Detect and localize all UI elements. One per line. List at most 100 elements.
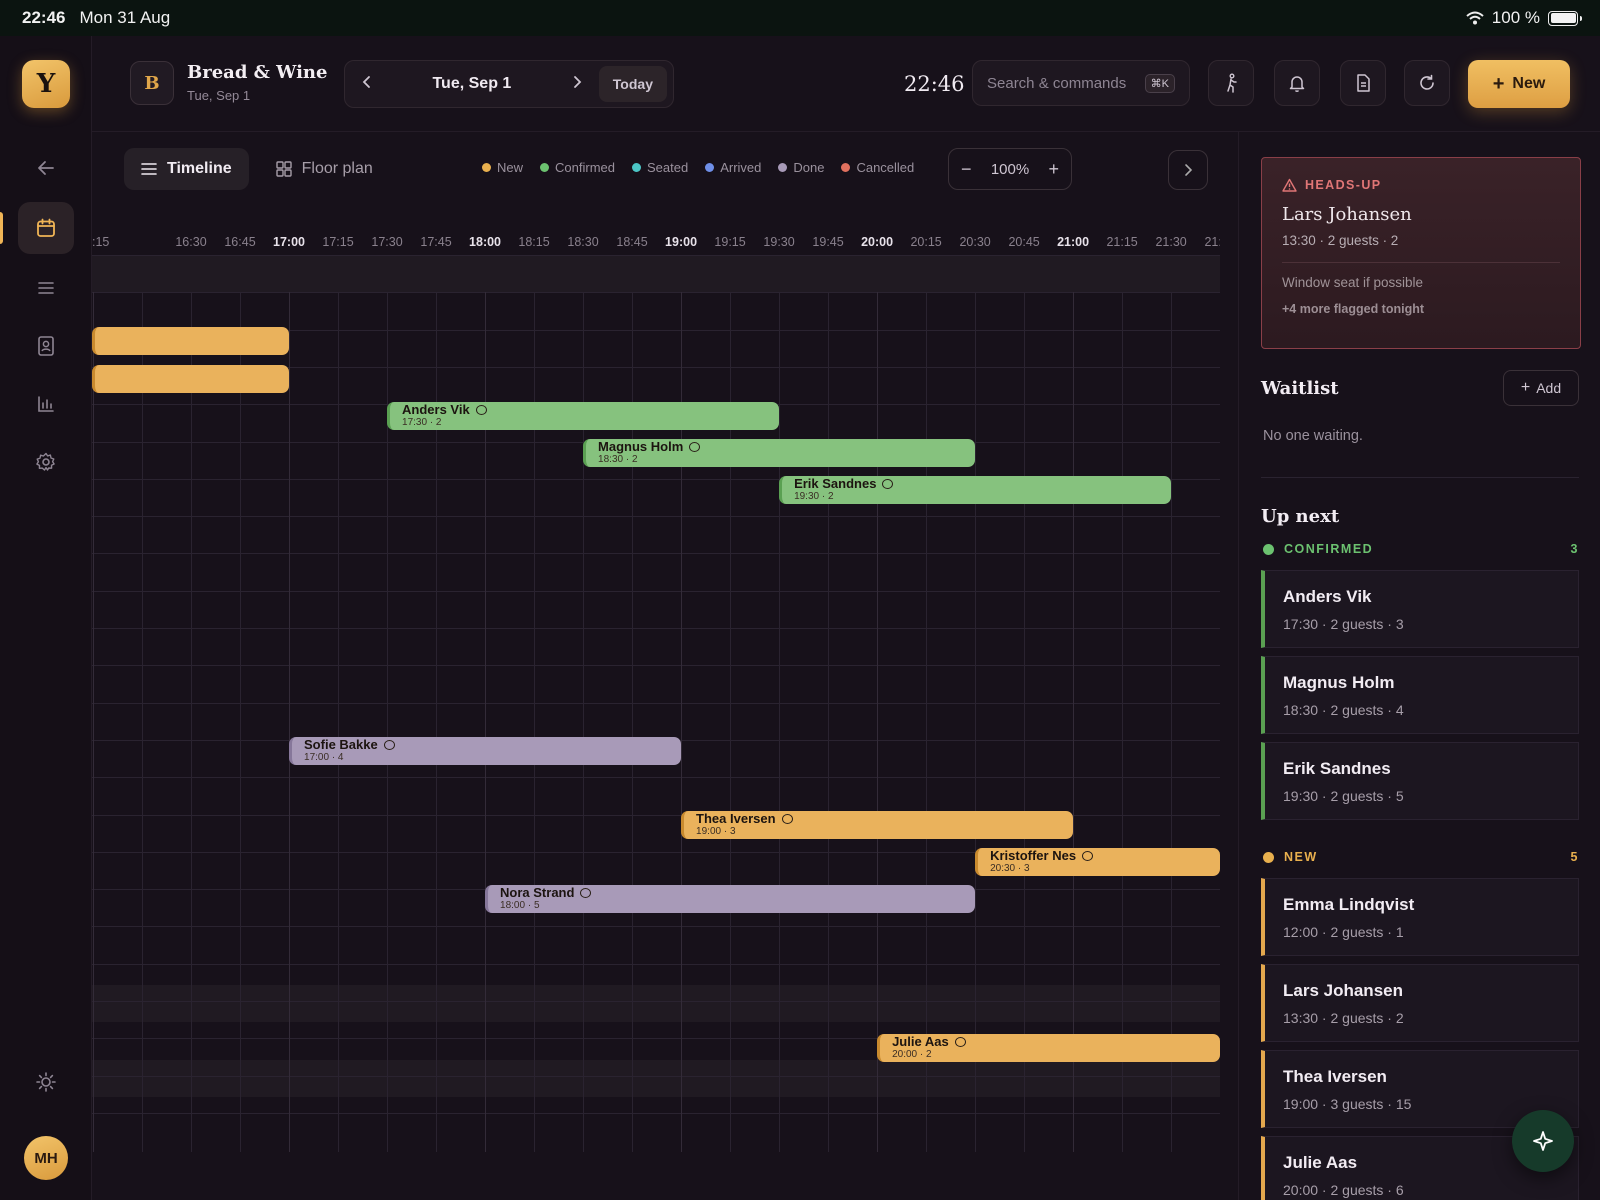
- reservation-guest: Anders Vik: [1283, 587, 1372, 606]
- reservation-meta: 19:30 · 2 guests · 5: [1283, 788, 1404, 804]
- booking-bar[interactable]: Erik Sandnes 19:30 · 2: [779, 476, 1172, 505]
- timeline-grid[interactable]: :15 16:30 16:45 17:00 17:15 17:30 17:45 18:00 18…: [92, 205, 1220, 1155]
- contacts-icon: [38, 336, 54, 356]
- new-label: New: [1512, 75, 1546, 92]
- avatar[interactable]: MH: [24, 1136, 68, 1180]
- row-divider: [92, 292, 1220, 294]
- gear-icon: [36, 452, 55, 471]
- table-band: [92, 985, 1220, 1022]
- booking-guest: Kristoffer Nes: [990, 848, 1077, 864]
- time-gridline: [779, 292, 781, 1152]
- booking-bar[interactable]: [92, 364, 290, 393]
- reservation-card[interactable]: Erik Sandnes 19:30 · 2 guests · 5: [1261, 742, 1579, 820]
- table-band: [92, 1060, 1220, 1097]
- legend-label: Done: [793, 160, 825, 175]
- tab-floor-plan[interactable]: Floor plan: [259, 148, 390, 190]
- note-icon: [580, 888, 592, 899]
- nav-calendar[interactable]: [18, 202, 74, 254]
- legend-item: New: [482, 160, 523, 175]
- waitlist-empty: No one waiting.: [1263, 428, 1363, 444]
- nav-settings[interactable]: [18, 436, 74, 488]
- sparkle-icon: [1533, 1131, 1553, 1151]
- theme-toggle[interactable]: [18, 1056, 74, 1108]
- booking-bar[interactable]: Thea Iversen 19:00 · 3: [681, 810, 1074, 839]
- time-tick: 21:00: [1057, 235, 1090, 249]
- prev-day-button[interactable]: [345, 75, 389, 94]
- chevron-left-icon: [362, 75, 370, 88]
- today-button[interactable]: Today: [598, 66, 667, 102]
- time-tick: 18:15: [518, 235, 550, 249]
- booking-bar[interactable]: [92, 327, 290, 356]
- booking-meta: 18:30 · 2: [598, 453, 638, 465]
- nav-guests[interactable]: [18, 320, 74, 372]
- tab-timeline[interactable]: Timeline: [124, 148, 249, 190]
- chevron-right-icon: [1185, 164, 1193, 176]
- reservation-card[interactable]: Magnus Holm 18:30 · 2 guests · 4: [1261, 656, 1579, 734]
- plus-icon: +: [1492, 73, 1505, 95]
- time-tick: 21:30: [1155, 235, 1187, 249]
- time-tick: :15: [92, 235, 110, 249]
- notifications-button[interactable]: [1274, 60, 1320, 106]
- reservation-guest: Emma Lindqvist: [1283, 895, 1415, 914]
- reservation-guest: Lars Johansen: [1283, 981, 1403, 1000]
- next-day-button[interactable]: [555, 75, 599, 94]
- clock: 22:46: [904, 72, 965, 96]
- reservation-card[interactable]: Lars Johansen 13:30 · 2 guests · 2: [1261, 964, 1579, 1042]
- booking-bar[interactable]: Julie Aas 20:00 · 2: [877, 1034, 1220, 1063]
- waitlist-title: Waitlist: [1261, 378, 1339, 399]
- current-date[interactable]: Tue, Sep 1: [389, 75, 555, 93]
- add-waitlist-button[interactable]: + Add: [1503, 370, 1579, 406]
- table-band: [92, 255, 1220, 292]
- time-tick: 19:45: [812, 235, 844, 249]
- venue-badge[interactable]: B: [130, 61, 174, 105]
- zoom-in-button[interactable]: +: [1048, 159, 1059, 180]
- row-divider: [92, 702, 1220, 704]
- add-label: Add: [1536, 380, 1562, 396]
- shortcut-badge: ⌘K: [1144, 73, 1175, 93]
- reservation-card[interactable]: Emma Lindqvist 12:00 · 2 guests · 1: [1261, 878, 1579, 956]
- heads-up-note: Window seat if possible: [1282, 275, 1424, 290]
- booking-bar[interactable]: Kristoffer Nes 20:30 · 3: [975, 848, 1220, 877]
- booking-name-row: Anders Vik: [402, 401, 767, 417]
- refresh-button[interactable]: [1404, 60, 1450, 106]
- row-divider: [92, 963, 1220, 965]
- booking-bar[interactable]: Nora Strand 18:00 · 5: [485, 885, 976, 914]
- app-logo[interactable]: Y: [22, 60, 70, 108]
- time-gridline: [93, 292, 94, 1152]
- new-booking-button[interactable]: + New: [1468, 60, 1570, 108]
- booking-meta: 20:00 · 2: [892, 1049, 932, 1061]
- booking-name-row: Sofie Bakke: [304, 737, 669, 752]
- time-tick: 18:00: [469, 235, 502, 249]
- group-label: NEW: [1284, 850, 1318, 864]
- back-button[interactable]: [18, 142, 74, 194]
- booking-bar[interactable]: Anders Vik 17:30 · 2: [387, 401, 780, 430]
- booking-guest: Anders Vik: [402, 401, 470, 417]
- booking-bar[interactable]: Sofie Bakke 17:00 · 4: [289, 736, 682, 765]
- zoom-out-button[interactable]: −: [961, 159, 972, 180]
- nav-reports[interactable]: [18, 378, 74, 430]
- assistant-button[interactable]: [1512, 1110, 1574, 1172]
- search-input[interactable]: Search & commands ⌘K: [972, 60, 1190, 106]
- timeline-next-button[interactable]: [1168, 150, 1208, 190]
- booking-bar[interactable]: Magnus Holm 18:30 · 2: [583, 438, 976, 467]
- heads-up-card[interactable]: HEADS-UP Lars Johansen 13:30 · 2 guests …: [1261, 157, 1581, 349]
- time-tick: 17:00: [273, 235, 306, 249]
- nav-list[interactable]: [18, 262, 74, 314]
- walk-in-button[interactable]: [1208, 60, 1254, 106]
- list-icon: [141, 163, 157, 175]
- note-icon: [1082, 851, 1094, 862]
- view-tabs: Timeline Floor plan: [124, 148, 390, 190]
- reservation-card[interactable]: Anders Vik 17:30 · 2 guests · 3: [1261, 570, 1579, 648]
- time-tick: 18:45: [616, 235, 648, 249]
- time-tick: 20:00: [861, 235, 894, 249]
- time-tick: 17:15: [322, 235, 354, 249]
- reservation-meta: 18:30 · 2 guests · 4: [1283, 702, 1404, 718]
- row-divider: [92, 516, 1220, 518]
- note-icon: [475, 404, 487, 415]
- booking-guest: Magnus Holm: [598, 438, 684, 454]
- report-button[interactable]: [1340, 60, 1386, 106]
- battery-icon: [1548, 10, 1582, 26]
- date-navigator: Tue, Sep 1 Today: [344, 60, 674, 108]
- booking-name-row: Magnus Holm: [598, 438, 963, 454]
- heads-up-more[interactable]: +4 more flagged tonight: [1282, 302, 1560, 316]
